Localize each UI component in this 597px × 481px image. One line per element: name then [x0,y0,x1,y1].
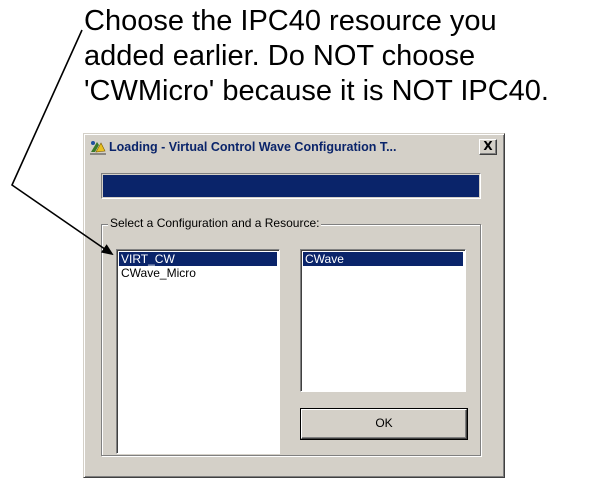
configuration-item-cwave-micro[interactable]: CWave_Micro [119,266,277,280]
dialog-titlebar[interactable]: Loading - Virtual Control Wave Configura… [87,137,501,157]
app-icon [89,139,107,155]
callout-annotation: Choose the IPC40 resource you added earl… [84,4,594,109]
ok-button[interactable]: OK [301,409,467,439]
loading-dialog: Loading - Virtual Control Wave Configura… [83,133,505,478]
configuration-groupbox: Select a Configuration and a Resource: V… [101,216,481,456]
close-icon: X [483,139,493,153]
resource-item-cwave[interactable]: CWave [303,252,463,266]
configuration-listbox[interactable]: VIRT_CW CWave_Micro [116,249,280,454]
screenshot-canvas: Choose the IPC40 resource you added earl… [0,0,597,481]
close-button[interactable]: X [479,139,497,155]
callout-line-3: 'CWMicro' because it is NOT IPC40. [84,75,549,107]
callout-line-1: Choose the IPC40 resource you [84,5,497,37]
configuration-item-virt-cw[interactable]: VIRT_CW [119,252,277,266]
callout-line-2: added earlier. Do NOT choose [84,40,476,72]
progress-fill [103,175,479,197]
groupbox-label: Select a Configuration and a Resource: [108,216,322,230]
resource-listbox[interactable]: CWave [300,249,466,392]
loading-progress-bar [101,173,481,199]
dialog-title: Loading - Virtual Control Wave Configura… [109,140,397,154]
